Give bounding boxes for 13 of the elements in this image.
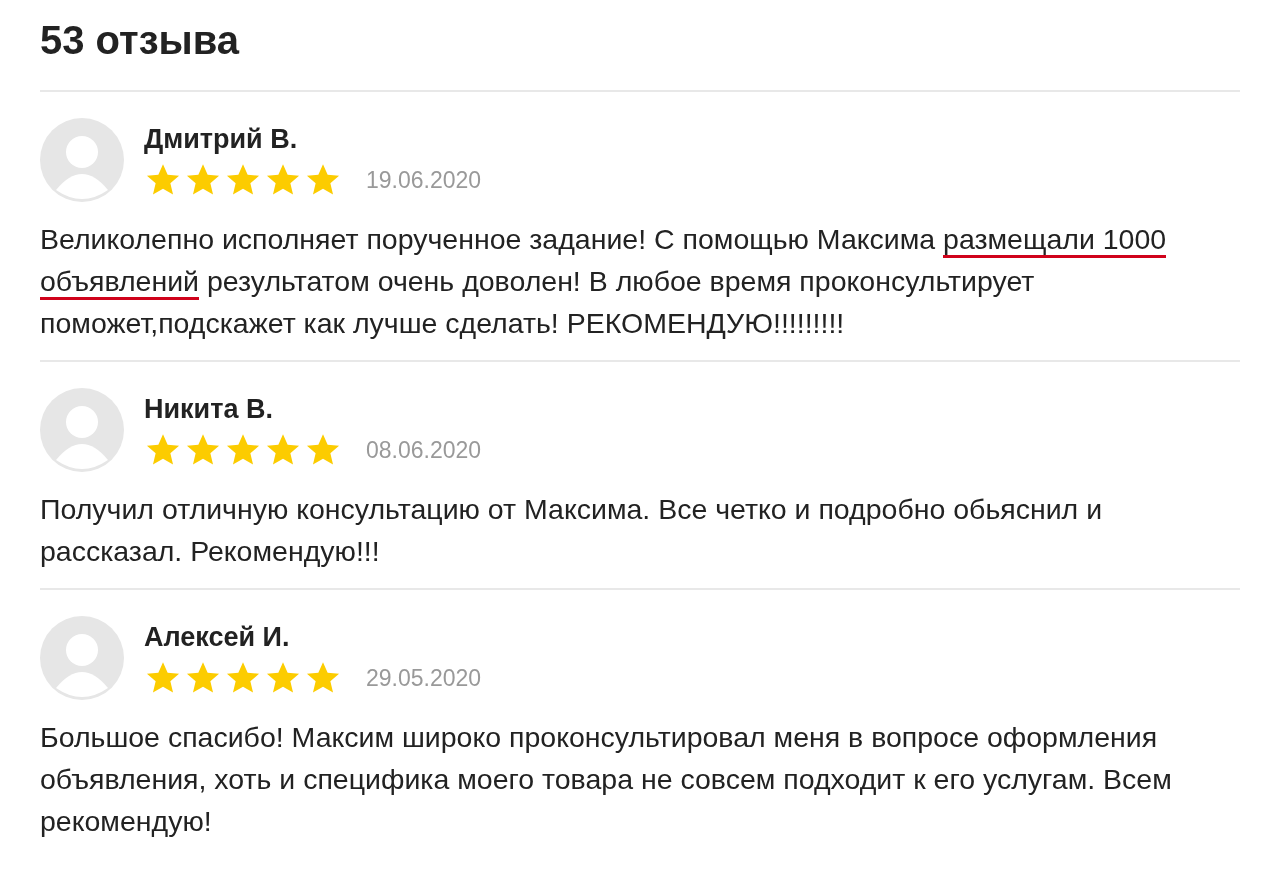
avatar-icon xyxy=(40,388,124,472)
review-text: Получил отличную консультацию от Максима. Все четко и подробно обьяснил и рассказал. Рекомендую!!! xyxy=(40,492,1104,569)
avatar-icon xyxy=(40,616,124,700)
avatar-icon xyxy=(40,118,124,202)
reviewer-name: Алексей И. xyxy=(144,621,291,654)
reviews-heading: 53 отзыва xyxy=(40,0,1240,92)
reviewer-name: Дмитрий В. xyxy=(144,123,299,156)
review-date: 08.06.2020 xyxy=(366,436,482,464)
reviewer-name: Никита В. xyxy=(144,393,274,426)
review-date: 29.05.2020 xyxy=(366,664,482,692)
review-date: 19.06.2020 xyxy=(366,166,482,194)
review-text: Великолепно исполняет порученное задание! С помощью Максима размещали 1000 объявлений результатом очень доволен! В любое время проконсультирует поможет,подскажет как лучше сделать! РЕКОМЕНДУЮ!!!!!!!!! xyxy=(40,222,1168,341)
review-text: Большое спасибо! Максим широко проконсультировал меня в вопросе оформления объявления, хоть и специфика моего товара не совсем подходит к его услугам. Всем рекомендую! xyxy=(40,720,1173,839)
